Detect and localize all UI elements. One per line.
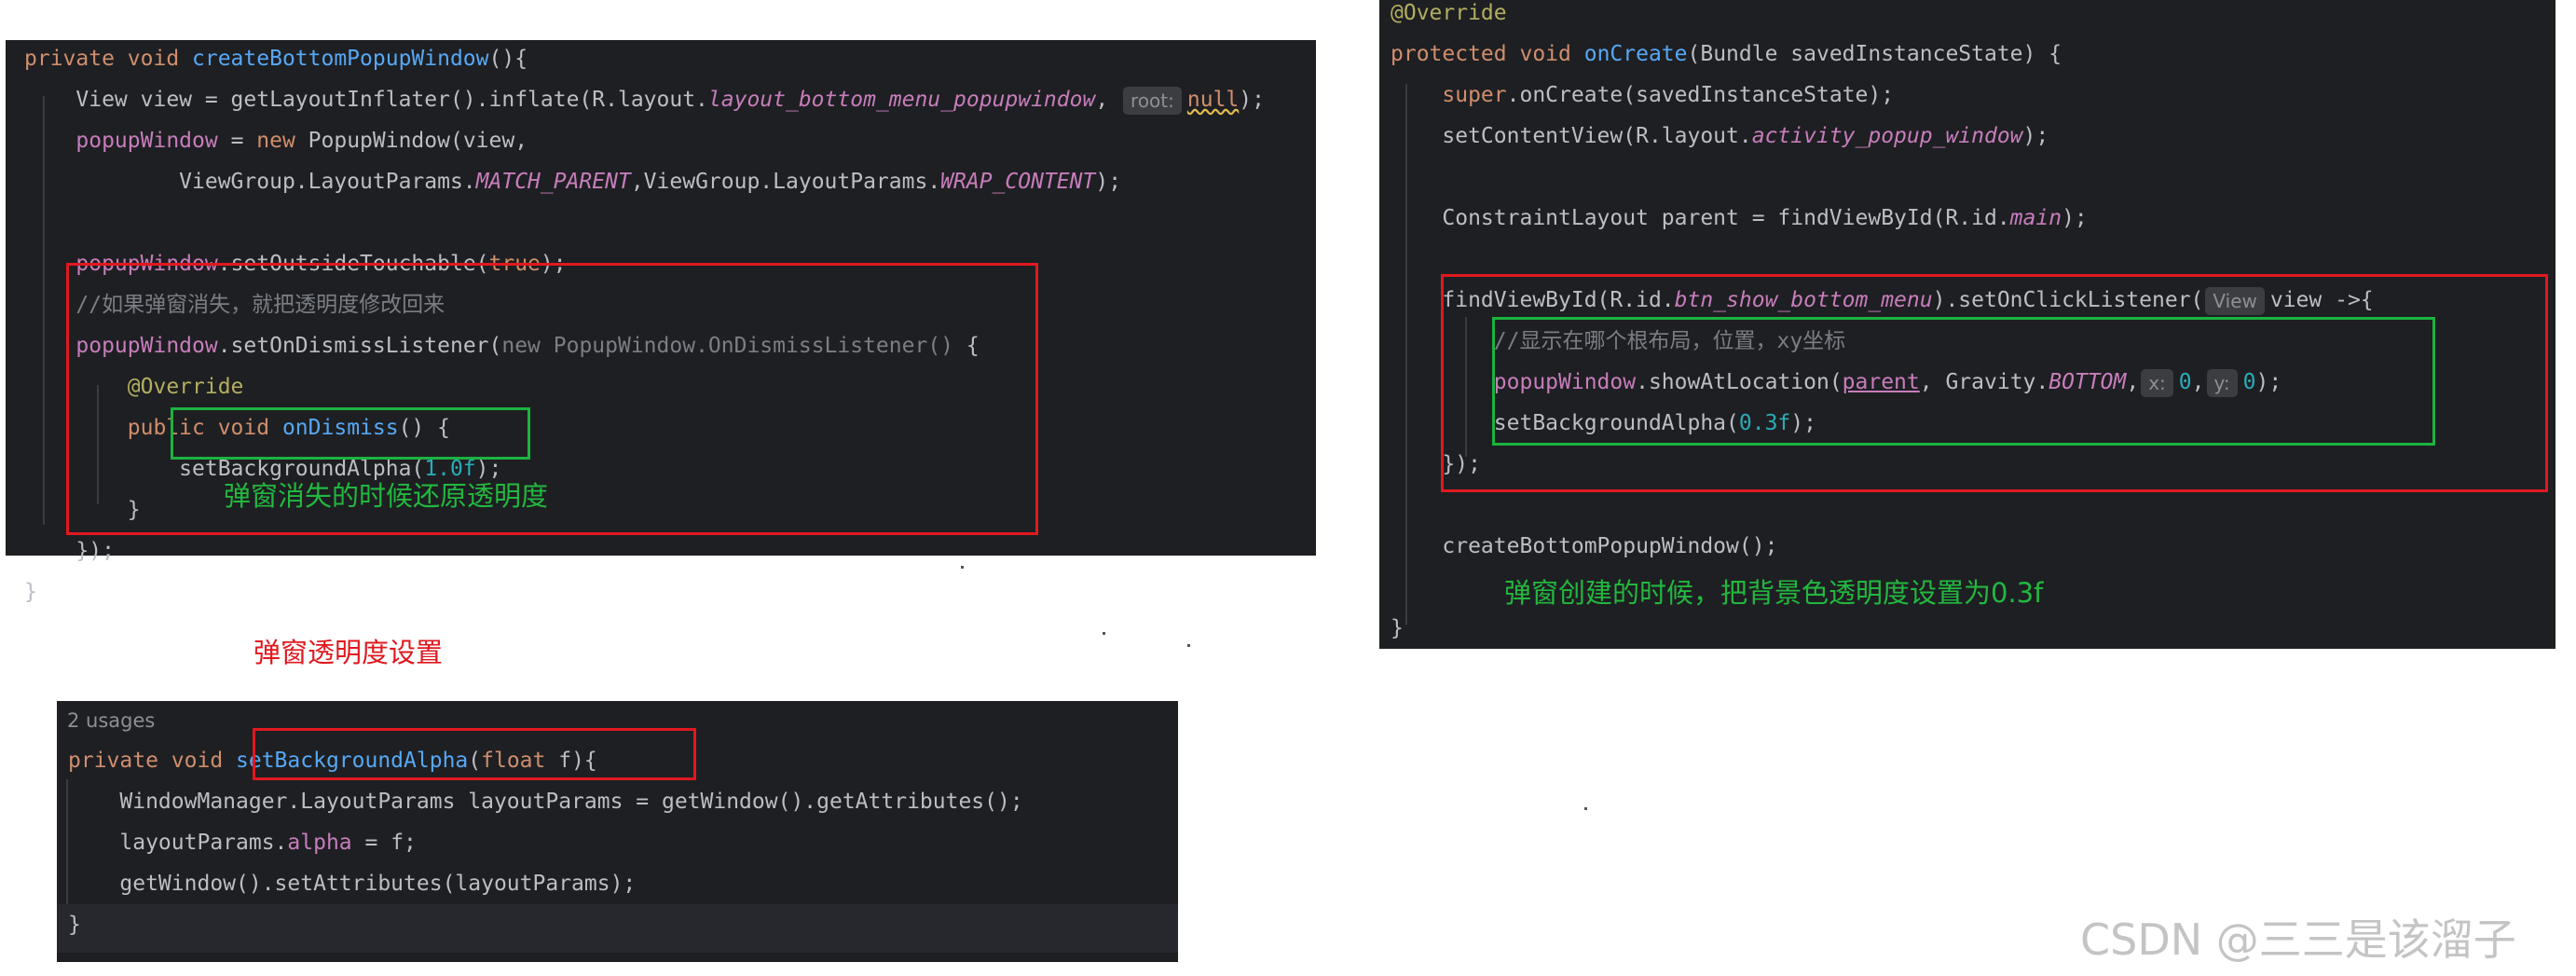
code-token: popupWindow — [75, 129, 218, 153]
code-line: private void createBottomPopupWindow(){ — [24, 38, 1265, 79]
code-token: @Override — [1391, 1, 1507, 25]
code-line: createBottomPopupWindow(); — [1391, 526, 2374, 567]
code-token: null — [1186, 88, 1240, 112]
usages-hint[interactable]: 2 usages — [67, 706, 155, 735]
stray-dot — [1103, 632, 1105, 635]
code-token: layoutParams. — [68, 831, 288, 855]
code-line: ViewGroup.LayoutParams.MATCH_PARENT,View… — [24, 161, 1265, 202]
code-token: WRAP_CONTENT — [940, 170, 1096, 194]
code-line: layoutParams.alpha = f; — [68, 822, 1023, 863]
code-line: } — [68, 904, 1023, 945]
code-token: private void — [68, 749, 237, 773]
code-token: onCreate — [1583, 42, 1688, 66]
code-line: setContentView(R.layout.activity_popup_w… — [1391, 116, 2374, 157]
code-token: ); — [2062, 206, 2088, 230]
code-token: } — [1391, 616, 1404, 640]
code-token: (){ — [488, 47, 528, 71]
annotation-restore-alpha: 弹窗消失的时候还原透明度 — [224, 480, 549, 512]
code-line: @Override — [1391, 0, 2374, 34]
code-line: super.onCreate(savedInstanceState); — [1391, 75, 2374, 116]
code-token: PopupWindow(view, — [308, 129, 528, 153]
code-token: new — [256, 129, 308, 153]
code-token: setContentView(R.layout. — [1391, 124, 1752, 148]
highlight-box-restore-alpha — [171, 407, 530, 460]
code-token: = f; — [351, 831, 417, 855]
code-token: main — [2009, 206, 2062, 230]
stray-dot — [961, 566, 964, 569]
code-line: View view = getLayoutInflater().inflate(… — [24, 79, 1265, 120]
highlight-box-dismiss-listener — [66, 263, 1038, 535]
code-line: popupWindow = new PopupWindow(view, — [24, 120, 1265, 161]
code-token: layout_bottom_menu_popupwindow — [707, 88, 1096, 112]
code-token: createBottomPopupWindow(); — [1391, 534, 1778, 558]
stray-dot — [1187, 644, 1190, 647]
code-token: }); — [24, 539, 115, 563]
code-token: ); — [1239, 88, 1265, 112]
code-line: getWindow().setAttributes(layoutParams); — [68, 863, 1023, 904]
code-token: createBottomPopupWindow — [192, 47, 489, 71]
code-token: protected void — [1391, 42, 1584, 66]
code-line: protected void onCreate(Bundle savedInst… — [1391, 34, 2374, 75]
stray-dot — [1584, 807, 1587, 810]
code-token: , — [1095, 88, 1122, 112]
code-token: ,ViewGroup.LayoutParams. — [630, 170, 941, 194]
parameter-hint: root: — [1123, 86, 1182, 115]
code-token: WindowManager.LayoutParams layoutParams … — [68, 790, 1023, 814]
code-token: private void — [24, 47, 193, 71]
highlight-box-show-popup — [1492, 317, 2435, 446]
code-line: }); — [24, 530, 1265, 571]
code-token: } — [24, 580, 37, 604]
code-token: (Bundle savedInstanceState) { — [1687, 42, 2062, 66]
code-line: ConstraintLayout parent = findViewById(R… — [1391, 198, 2374, 239]
annotation-set-alpha-on-create: 弹窗创建的时候，把背景色透明度设置为0.3f — [1504, 577, 2044, 609]
code-token: super — [1442, 83, 1507, 107]
code-line: } — [24, 571, 1265, 612]
code-token: alpha — [287, 831, 352, 855]
code-token: getWindow().setAttributes(layoutParams); — [68, 872, 637, 896]
code-line: } — [1391, 608, 2374, 649]
code-token: ); — [2022, 124, 2049, 148]
code-token: ); — [1095, 170, 1122, 194]
code-token: ViewGroup.LayoutParams. — [24, 170, 476, 194]
code-token: View view = getLayoutInflater().inflate(… — [24, 88, 708, 112]
watermark: CSDN @三三是该溜子 — [2080, 914, 2516, 965]
code-line: WindowManager.LayoutParams layoutParams … — [68, 781, 1023, 822]
code-token: = — [217, 129, 257, 153]
code-token: activity_popup_window — [1751, 124, 2023, 148]
code-token: } — [68, 913, 81, 937]
section-title-alpha-setting: 弹窗透明度设置 — [253, 637, 444, 668]
code-token: MATCH_PARENT — [475, 170, 631, 194]
code-token: ConstraintLayout parent = findViewById(R… — [1391, 206, 2010, 230]
highlight-box-method-signature — [253, 728, 696, 780]
code-token: .onCreate(savedInstanceState); — [1506, 83, 1895, 107]
